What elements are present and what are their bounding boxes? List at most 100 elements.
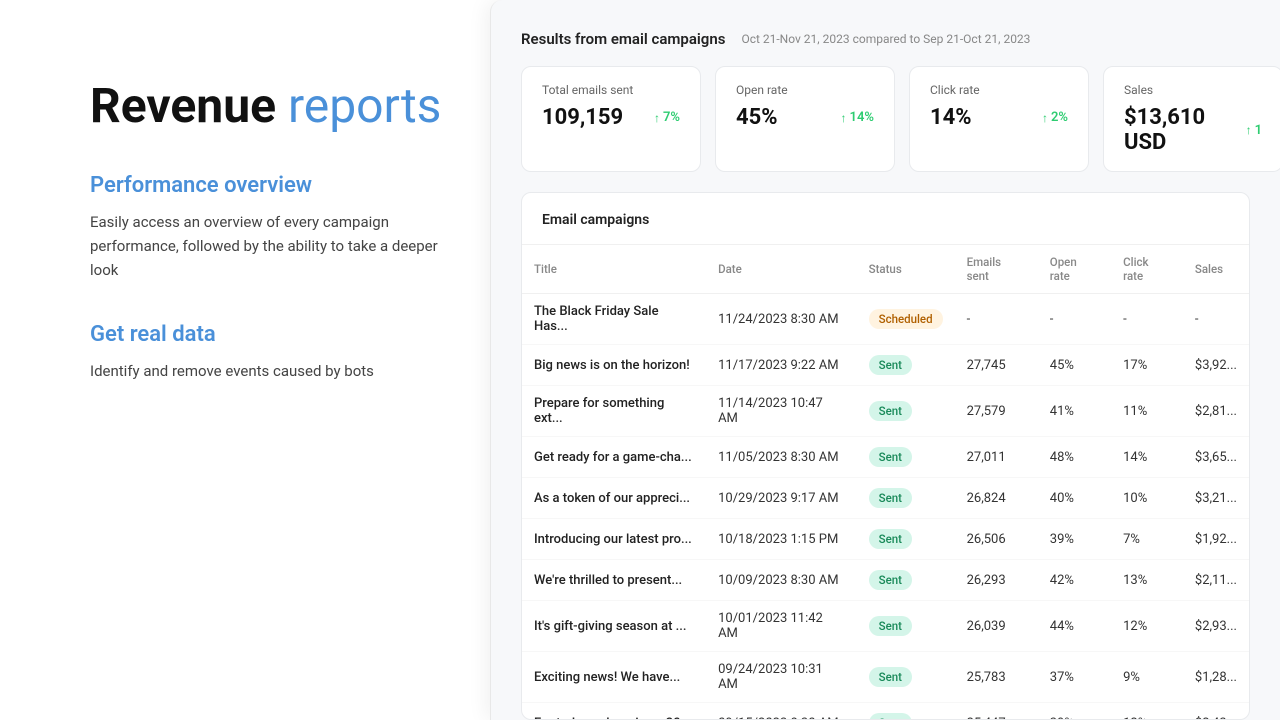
col-header-status: Status	[857, 245, 955, 294]
metric-change-val-1: 14%	[850, 110, 874, 125]
cell-title-3: Get ready for a game-cha...	[522, 437, 706, 478]
metric-change-val-3: 1	[1255, 123, 1262, 138]
metric-arrow-1: ↑	[841, 111, 847, 125]
cell-emails-sent-9: 25,447	[955, 703, 1038, 720]
table-row[interactable]: The Black Friday Sale Has...11/24/2023 8…	[522, 294, 1249, 345]
cell-sales-9: $2,43...	[1183, 703, 1249, 720]
headline-blue: reports	[288, 77, 442, 134]
cell-emails-sent-0: -	[955, 294, 1038, 345]
col-header-sales: Sales	[1183, 245, 1249, 294]
status-badge-1: Sent	[869, 355, 912, 375]
cell-title-5: Introducing our latest pro...	[522, 519, 706, 560]
cell-status-1: Sent	[857, 345, 955, 386]
status-badge-2: Sent	[869, 401, 912, 421]
cell-title-2: Prepare for something ext...	[522, 386, 706, 437]
metric-change-val-2: 2%	[1051, 110, 1068, 125]
metric-value-row-0: 109,159 ↑ 7%	[542, 105, 680, 130]
results-title: Results from email campaigns	[521, 30, 725, 48]
cell-click-rate-0: -	[1111, 294, 1183, 345]
status-badge-5: Sent	[869, 529, 912, 549]
cell-emails-sent-3: 27,011	[955, 437, 1038, 478]
status-badge-6: Sent	[869, 570, 912, 590]
cell-title-6: We're thrilled to present...	[522, 560, 706, 601]
status-badge-0: Scheduled	[869, 309, 943, 329]
metric-arrow-2: ↑	[1042, 111, 1048, 125]
cell-click-rate-6: 13%	[1111, 560, 1183, 601]
metric-value-3: $13,610 USD	[1124, 105, 1246, 155]
metric-value-row-2: 14% ↑ 2%	[930, 105, 1068, 130]
cell-title-0: The Black Friday Sale Has...	[522, 294, 706, 345]
metric-value-2: 14%	[930, 105, 972, 130]
metric-value-0: 109,159	[542, 105, 623, 130]
campaigns-table: TitleDateStatusEmails sentOpen rateClick…	[522, 245, 1249, 719]
status-badge-3: Sent	[869, 447, 912, 467]
metric-card-1: Open rate 45% ↑ 14%	[715, 66, 895, 172]
real-data-section: Get real data Identify and remove events…	[90, 322, 450, 423]
cell-sales-7: $2,93...	[1183, 601, 1249, 652]
left-panel: Revenue reports Performance overview Eas…	[0, 0, 490, 720]
metric-value-row-1: 45% ↑ 14%	[736, 105, 874, 130]
cell-click-rate-5: 7%	[1111, 519, 1183, 560]
cell-emails-sent-7: 26,039	[955, 601, 1038, 652]
results-date: Oct 21-Nov 21, 2023 compared to Sep 21-O…	[741, 32, 1030, 46]
table-row[interactable]: Exciting news! We have...09/24/2023 10:3…	[522, 652, 1249, 703]
cell-status-8: Sent	[857, 652, 955, 703]
cell-click-rate-9: 12%	[1111, 703, 1183, 720]
real-data-title: Get real data	[90, 322, 450, 347]
cell-sales-5: $1,92...	[1183, 519, 1249, 560]
cell-click-rate-8: 9%	[1111, 652, 1183, 703]
status-badge-7: Sent	[869, 616, 912, 636]
cell-date-1: 11/17/2023 9:22 AM	[706, 345, 857, 386]
metric-card-0: Total emails sent 109,159 ↑ 7%	[521, 66, 701, 172]
status-badge-8: Sent	[869, 667, 912, 687]
metric-arrow-0: ↑	[654, 111, 660, 125]
cell-emails-sent-8: 25,783	[955, 652, 1038, 703]
campaigns-section: Email campaigns TitleDateStatusEmails se…	[521, 192, 1250, 720]
table-row[interactable]: Prepare for something ext...11/14/2023 1…	[522, 386, 1249, 437]
cell-emails-sent-6: 26,293	[955, 560, 1038, 601]
metric-label-2: Click rate	[930, 83, 1068, 97]
table-row[interactable]: Big news is on the horizon!11/17/2023 9:…	[522, 345, 1249, 386]
col-header-emails-sent: Emails sent	[955, 245, 1038, 294]
table-row[interactable]: Introducing our latest pro...10/18/2023 …	[522, 519, 1249, 560]
right-panel: Results from email campaigns Oct 21-Nov …	[490, 0, 1280, 720]
real-data-desc: Identify and remove events caused by bot…	[90, 359, 450, 383]
cell-click-rate-4: 10%	[1111, 478, 1183, 519]
cell-date-8: 09/24/2023 10:31 AM	[706, 652, 857, 703]
table-row[interactable]: As a token of our appreci...10/29/2023 9…	[522, 478, 1249, 519]
table-row[interactable]: For today only, enjoy a 30...09/15/2023 …	[522, 703, 1249, 720]
cell-status-9: Sent	[857, 703, 955, 720]
cell-open-rate-0: -	[1038, 294, 1111, 345]
cell-date-3: 11/05/2023 8:30 AM	[706, 437, 857, 478]
cell-open-rate-2: 41%	[1038, 386, 1111, 437]
cell-date-6: 10/09/2023 8:30 AM	[706, 560, 857, 601]
table-row[interactable]: We're thrilled to present...10/09/2023 8…	[522, 560, 1249, 601]
metric-change-val-0: 7%	[663, 110, 680, 125]
cell-open-rate-8: 37%	[1038, 652, 1111, 703]
cell-emails-sent-5: 26,506	[955, 519, 1038, 560]
table-row[interactable]: Get ready for a game-cha...11/05/2023 8:…	[522, 437, 1249, 478]
cell-open-rate-1: 45%	[1038, 345, 1111, 386]
cell-status-4: Sent	[857, 478, 955, 519]
metric-change-2: ↑ 2%	[1042, 110, 1068, 125]
cell-date-7: 10/01/2023 11:42 AM	[706, 601, 857, 652]
status-badge-4: Sent	[869, 488, 912, 508]
performance-overview-title: Performance overview	[90, 173, 450, 198]
metric-label-3: Sales	[1124, 83, 1262, 97]
col-header-open-rate: Open rate	[1038, 245, 1111, 294]
campaigns-header: Email campaigns	[522, 193, 1249, 245]
table-row[interactable]: It's gift-giving season at ...10/01/2023…	[522, 601, 1249, 652]
col-header-title: Title	[522, 245, 706, 294]
cell-sales-0: -	[1183, 294, 1249, 345]
metric-card-2: Click rate 14% ↑ 2%	[909, 66, 1089, 172]
cell-date-9: 09/15/2023 8:30 AM	[706, 703, 857, 720]
cell-status-0: Scheduled	[857, 294, 955, 345]
cell-open-rate-5: 39%	[1038, 519, 1111, 560]
metric-label-0: Total emails sent	[542, 83, 680, 97]
cell-click-rate-3: 14%	[1111, 437, 1183, 478]
table-wrapper: TitleDateStatusEmails sentOpen rateClick…	[522, 245, 1249, 719]
cell-date-0: 11/24/2023 8:30 AM	[706, 294, 857, 345]
cell-click-rate-7: 12%	[1111, 601, 1183, 652]
cell-open-rate-3: 48%	[1038, 437, 1111, 478]
metric-card-3: Sales $13,610 USD ↑ 1	[1103, 66, 1280, 172]
